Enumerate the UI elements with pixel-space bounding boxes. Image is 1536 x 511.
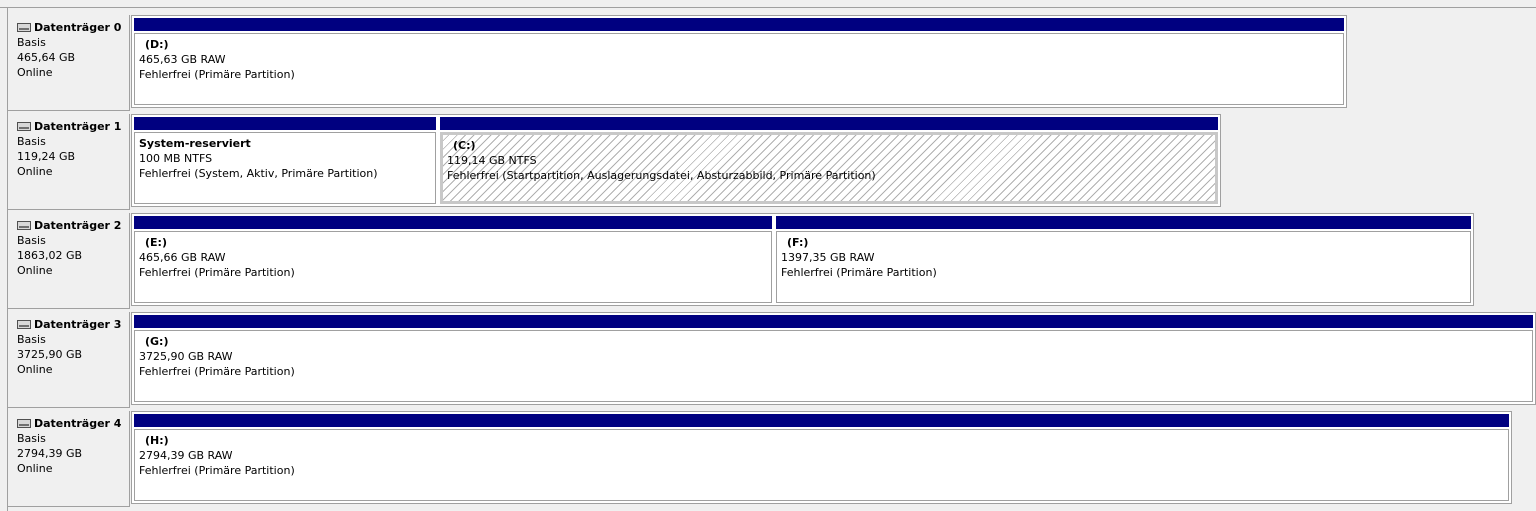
disk-title: Datenträger 3 <box>17 317 129 332</box>
hard-disk-icon <box>17 221 31 230</box>
partition-system-reserved[interactable]: System-reserviert 100 MB NTFS Fehlerfrei… <box>132 115 438 206</box>
partition-c[interactable]: (C:) 119,14 GB NTFS Fehlerfrei (Startpar… <box>438 115 1220 206</box>
partition-h[interactable]: (H:) 2794,39 GB RAW Fehlerfrei (Primäre … <box>132 412 1511 503</box>
disk-status: Online <box>17 66 53 79</box>
partition-status: Fehlerfrei (System, Aktiv, Primäre Parti… <box>139 167 378 180</box>
disk-type: Basis <box>17 36 46 49</box>
partition-body: (G:) 3725,90 GB RAW Fehlerfrei (Primäre … <box>134 330 1533 402</box>
top-border <box>0 0 1536 8</box>
partition-body-selected: (C:) 119,14 GB NTFS Fehlerfrei (Startpar… <box>440 132 1218 204</box>
disk-type: Basis <box>17 234 46 247</box>
partition-size: 3725,90 GB RAW <box>139 350 233 363</box>
partition-body: (E:) 465,66 GB RAW Fehlerfrei (Primäre P… <box>134 231 772 303</box>
disk-title: Datenträger 0 <box>17 20 129 35</box>
partition-name: (F:) <box>787 236 809 249</box>
disk-area-1: System-reserviert 100 MB NTFS Fehlerfrei… <box>131 114 1221 207</box>
partition-bar <box>134 315 1533 328</box>
disk-area-2: (E:) 465,66 GB RAW Fehlerfrei (Primäre P… <box>131 213 1474 306</box>
disk-type: Basis <box>17 333 46 346</box>
hard-disk-icon <box>17 23 31 32</box>
disk-label-1[interactable]: Datenträger 1 Basis 119,24 GB Online <box>8 114 130 210</box>
partition-bar <box>134 18 1344 31</box>
partition-size: 1397,35 GB RAW <box>781 251 875 264</box>
partition-body: System-reserviert 100 MB NTFS Fehlerfrei… <box>134 132 436 204</box>
partition-status: Fehlerfrei (Primäre Partition) <box>781 266 937 279</box>
partition-name: (C:) <box>453 139 476 152</box>
partition-g[interactable]: (G:) 3725,90 GB RAW Fehlerfrei (Primäre … <box>132 313 1535 404</box>
partition-body: (H:) 2794,39 GB RAW Fehlerfrei (Primäre … <box>134 429 1509 501</box>
partition-bar <box>134 414 1509 427</box>
disk-label-0[interactable]: Datenträger 0 Basis 465,64 GB Online <box>8 15 130 111</box>
partition-bar <box>134 216 772 229</box>
partition-name: (H:) <box>145 434 169 447</box>
partition-size: 100 MB NTFS <box>139 152 213 165</box>
hard-disk-icon <box>17 320 31 329</box>
partition-name: System-reserviert <box>139 137 251 150</box>
hard-disk-icon <box>17 122 31 131</box>
partition-body: (D:) 465,63 GB RAW Fehlerfrei (Primäre P… <box>134 33 1344 105</box>
disk-status: Online <box>17 462 53 475</box>
disk-status: Online <box>17 363 53 376</box>
disk-label-3[interactable]: Datenträger 3 Basis 3725,90 GB Online <box>8 312 130 408</box>
disk-label-2[interactable]: Datenträger 2 Basis 1863,02 GB Online <box>8 213 130 309</box>
partition-status: Fehlerfrei (Primäre Partition) <box>139 68 295 81</box>
disk-size: 2794,39 GB <box>17 447 83 460</box>
disk-type: Basis <box>17 135 46 148</box>
partition-body: (F:) 1397,35 GB RAW Fehlerfrei (Primäre … <box>776 231 1471 303</box>
disk-area-4: (H:) 2794,39 GB RAW Fehlerfrei (Primäre … <box>131 411 1512 504</box>
disk-label-4[interactable]: Datenträger 4 Basis 2794,39 GB Online <box>8 411 130 507</box>
partition-status: Fehlerfrei (Primäre Partition) <box>139 464 295 477</box>
partition-f[interactable]: (F:) 1397,35 GB RAW Fehlerfrei (Primäre … <box>774 214 1473 305</box>
disk-title: Datenträger 2 <box>17 218 129 233</box>
partition-size: 465,63 GB RAW <box>139 53 226 66</box>
disk-status: Online <box>17 264 53 277</box>
partition-size: 119,14 GB NTFS <box>447 154 537 167</box>
partition-name: (E:) <box>145 236 167 249</box>
partition-d[interactable]: (D:) 465,63 GB RAW Fehlerfrei (Primäre P… <box>132 16 1346 107</box>
disk-status: Online <box>17 165 53 178</box>
disk-size: 465,64 GB <box>17 51 76 64</box>
hard-disk-icon <box>17 419 31 428</box>
partition-name: (D:) <box>145 38 169 51</box>
partition-status: Fehlerfrei (Primäre Partition) <box>139 266 295 279</box>
partition-bar <box>440 117 1218 130</box>
disk-size: 119,24 GB <box>17 150 76 163</box>
disk-area-3: (G:) 3725,90 GB RAW Fehlerfrei (Primäre … <box>131 312 1536 405</box>
partition-bar <box>776 216 1471 229</box>
partition-status: Fehlerfrei (Primäre Partition) <box>139 365 295 378</box>
disk-type: Basis <box>17 432 46 445</box>
disk-size: 1863,02 GB <box>17 249 83 262</box>
partition-name: (G:) <box>145 335 169 348</box>
partition-bar <box>134 117 436 130</box>
partition-size: 2794,39 GB RAW <box>139 449 233 462</box>
partition-status: Fehlerfrei (Startpartition, Auslagerungs… <box>447 169 876 182</box>
disk-title: Datenträger 4 <box>17 416 129 431</box>
partition-e[interactable]: (E:) 465,66 GB RAW Fehlerfrei (Primäre P… <box>132 214 774 305</box>
disk-size: 3725,90 GB <box>17 348 83 361</box>
disk-area-0: (D:) 465,63 GB RAW Fehlerfrei (Primäre P… <box>131 15 1347 108</box>
disk-title: Datenträger 1 <box>17 119 129 134</box>
partition-size: 465,66 GB RAW <box>139 251 226 264</box>
